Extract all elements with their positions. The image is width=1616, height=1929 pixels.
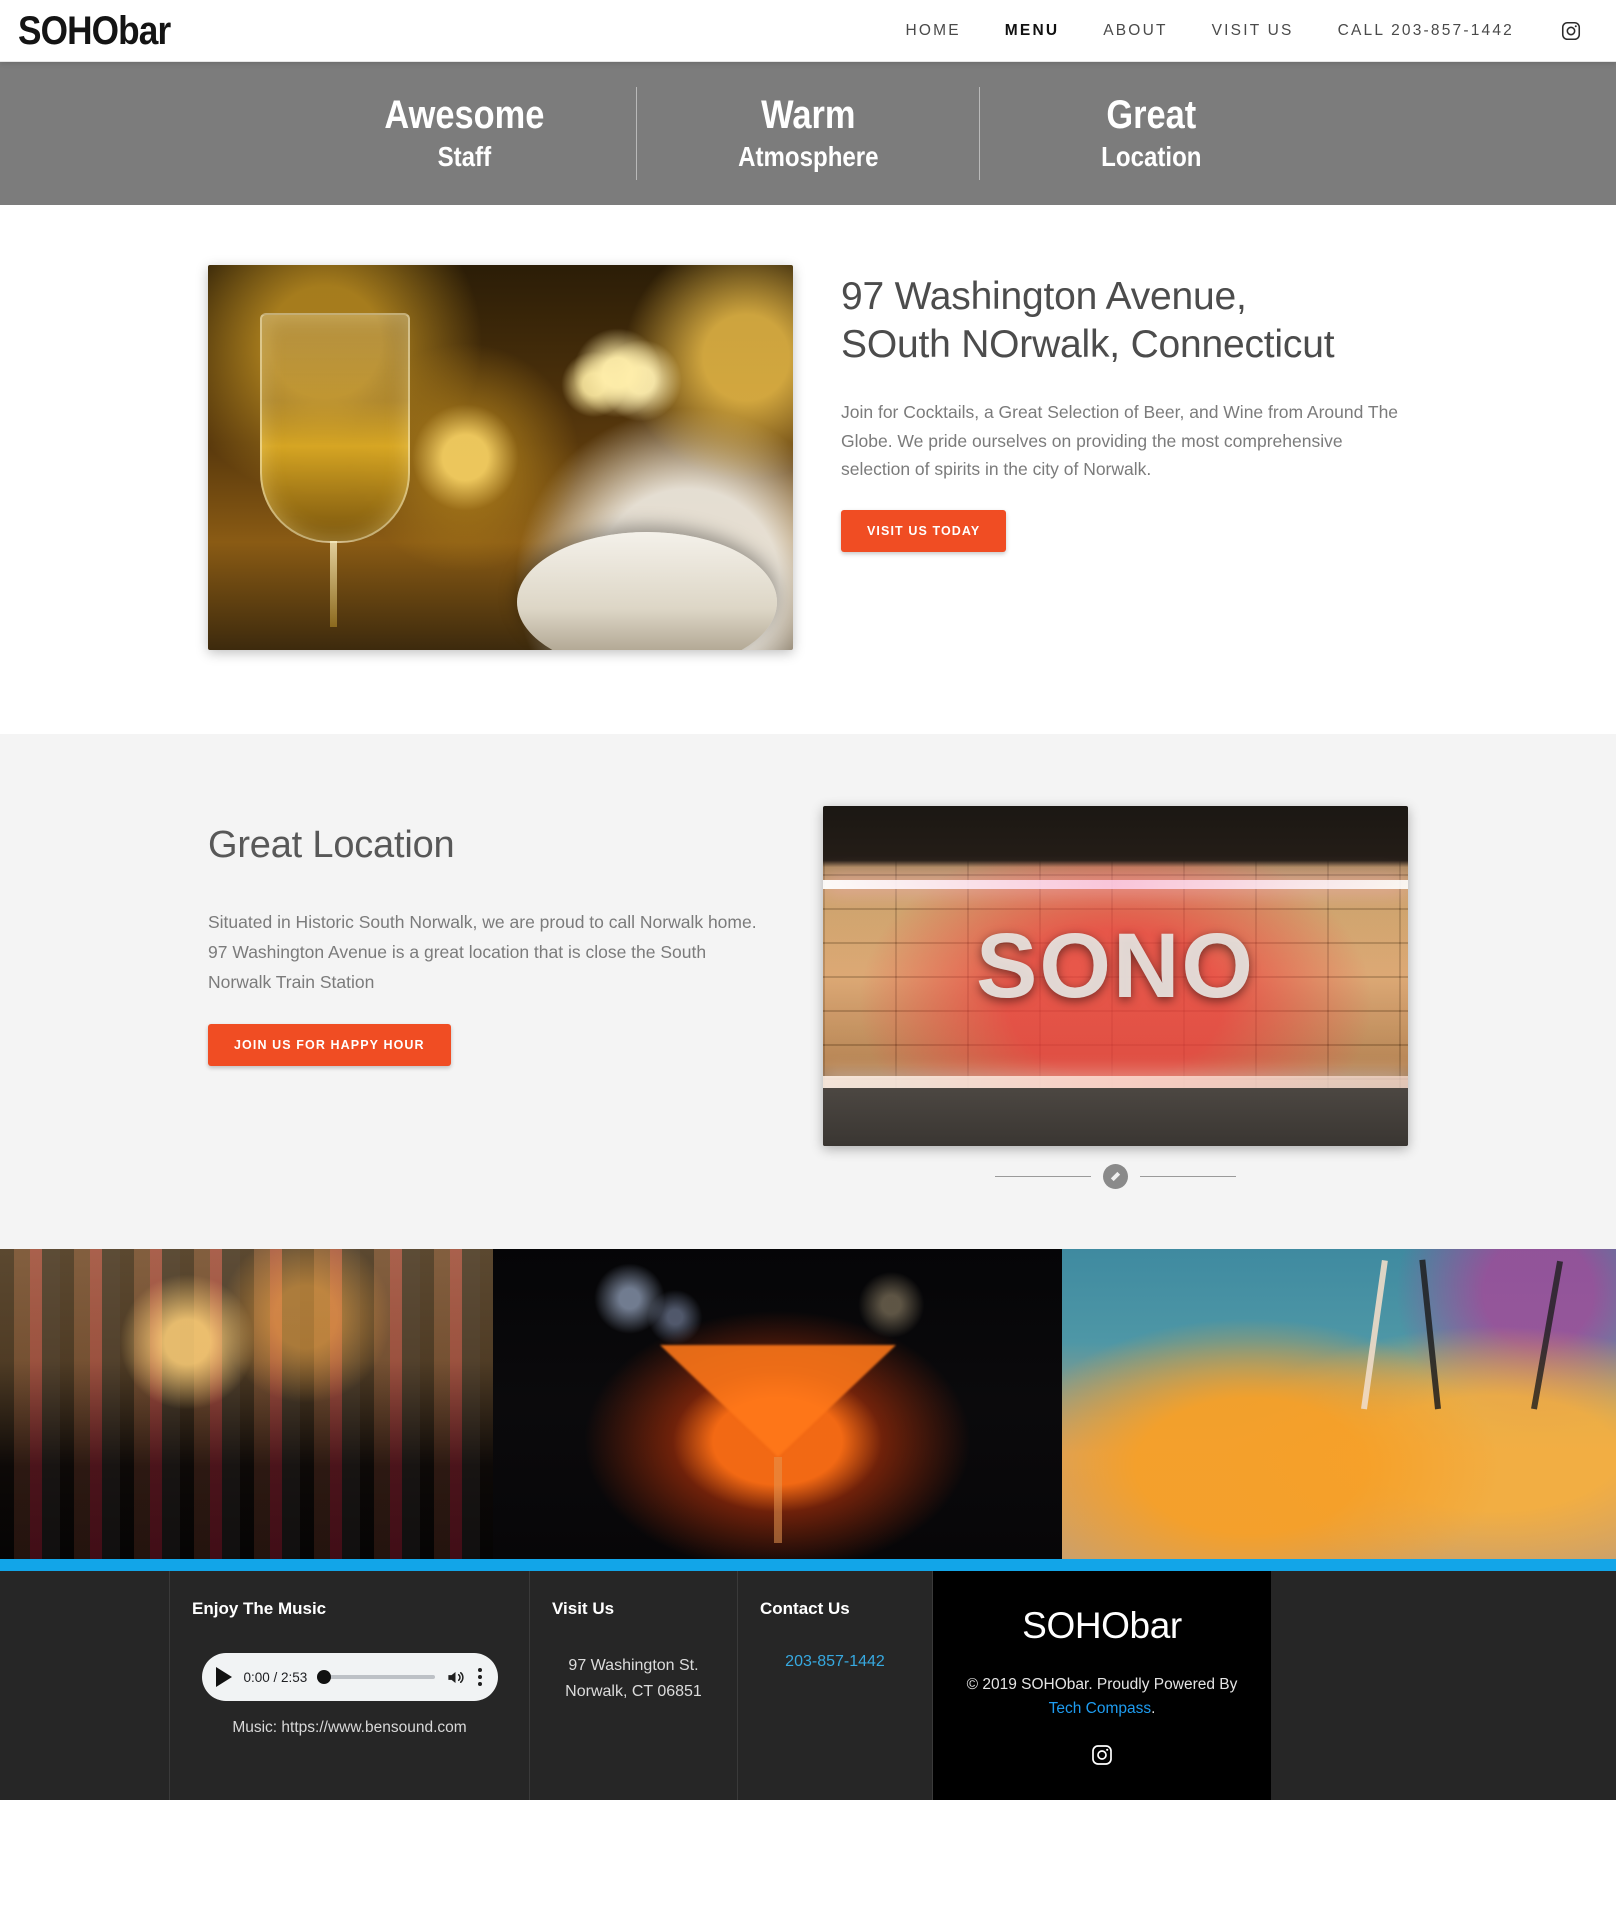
footer-tail-spacer <box>1271 1571 1616 1800</box>
nav-item-about[interactable]: ABOUT <box>1081 22 1189 40</box>
great-location-section: Great Location Situated in Historic Sout… <box>0 734 1616 1249</box>
intro-paragraph: Join for Cocktails, a Great Selection of… <box>841 402 1399 479</box>
site-footer: Enjoy The Music 0:00 / 2:53 Music: https… <box>0 1571 1616 1800</box>
feature-title: Warm <box>760 93 856 138</box>
wine-stem-shape <box>330 541 337 627</box>
footer-column-visit: Visit Us 97 Washington St. Norwalk, CT 0… <box>530 1571 738 1800</box>
slider-track-right <box>1140 1176 1236 1177</box>
page-title-line1: 97 Washington Avenue, <box>841 275 1247 318</box>
intro-section: 97 Washington Avenue, SOuth NOrwalk, Con… <box>0 205 1616 734</box>
footer-phone-link[interactable]: 203-857-1442 <box>785 1653 885 1670</box>
site-header: SOHObar HOME MENU ABOUT VISIT US CALL 20… <box>0 0 1616 62</box>
feature-column-staff: Awesome Staff <box>293 87 636 179</box>
slider-pause-icon[interactable] <box>1103 1164 1128 1189</box>
kebab-menu-icon[interactable] <box>476 1666 484 1688</box>
wine-glass-shape <box>260 313 410 543</box>
audio-player[interactable]: 0:00 / 2:53 <box>201 1653 498 1701</box>
music-credit: Music: https://www.bensound.com <box>232 1719 467 1736</box>
neon-light-strip <box>823 880 1408 889</box>
feature-subtitle: Staff <box>437 141 492 173</box>
audio-time-display: 0:00 / 2:53 <box>243 1669 308 1685</box>
sono-slide-image: SONO <box>823 806 1408 1146</box>
image-slider: SONO <box>823 806 1408 1189</box>
feature-title: Great <box>1106 93 1197 138</box>
feature-band: Awesome Staff Warm Atmosphere Great Loca… <box>0 62 1616 205</box>
martini-stem-shape <box>773 1457 782 1543</box>
instagram-icon[interactable] <box>1558 18 1584 44</box>
footer-spacer <box>0 1571 170 1800</box>
site-brand-logo[interactable]: SOHObar <box>18 11 171 51</box>
intro-photo <box>208 265 793 650</box>
footer-brand-block: SOHObar © 2019 SOHObar. Proudly Powered … <box>933 1571 1271 1800</box>
slider-controls[interactable] <box>823 1164 1408 1189</box>
page-title: 97 Washington Avenue, SOuth NOrwalk, Con… <box>841 273 1408 368</box>
copyright-prefix: © 2019 SOHObar. Proudly Powered By <box>966 1676 1238 1693</box>
footer-brand-name: SOHObar <box>1022 1605 1182 1646</box>
location-heading: Great Location <box>208 824 455 866</box>
footer-address: 97 Washington St. Norwalk, CT 06851 <box>552 1653 715 1704</box>
gallery-image-bottles[interactable] <box>0 1249 493 1559</box>
visit-us-today-button[interactable]: VISIT US TODAY <box>841 510 1007 553</box>
audio-progress-thumb[interactable] <box>317 1670 332 1684</box>
feature-subtitle: Location <box>1101 141 1202 173</box>
address-line-1: 97 Washington St. <box>568 1657 699 1674</box>
road-surface <box>823 1088 1408 1146</box>
nav-item-menu[interactable]: MENU <box>983 22 1081 40</box>
page-title-line2: SOuth NOrwalk, Connecticut <box>841 322 1335 366</box>
blue-divider-bar <box>0 1559 1616 1571</box>
volume-icon[interactable] <box>445 1668 466 1687</box>
play-icon[interactable] <box>215 1667 232 1687</box>
location-paragraph: Situated in Historic South Norwalk, we a… <box>208 912 757 993</box>
gallery-image-spritz[interactable] <box>1062 1249 1616 1559</box>
footer-copyright: © 2019 SOHObar. Proudly Powered By Tech … <box>957 1673 1247 1721</box>
food-bowl-shape <box>517 532 777 650</box>
address-line-2: Norwalk, CT 06851 <box>565 1682 702 1700</box>
main-navigation: HOME MENU ABOUT VISIT US CALL 203-857-14… <box>883 18 1598 44</box>
feature-column-atmosphere: Warm Atmosphere <box>635 87 980 180</box>
footer-visit-title: Visit Us <box>552 1599 615 1618</box>
slider-track-left <box>995 1176 1091 1177</box>
join-happy-hour-button[interactable]: JOIN US FOR HAPPY HOUR <box>208 1024 451 1067</box>
footer-column-contact: Contact Us 203-857-1442 <box>738 1571 933 1800</box>
copyright-suffix: . <box>1151 1700 1156 1718</box>
ground-light-strip <box>823 1076 1408 1088</box>
feature-subtitle: Atmosphere <box>737 141 879 173</box>
photo-gallery <box>0 1249 1616 1559</box>
instagram-icon[interactable] <box>1090 1743 1114 1772</box>
nav-item-call[interactable]: CALL 203-857-1442 <box>1316 22 1536 40</box>
nav-item-visit-us[interactable]: VISIT US <box>1190 22 1316 40</box>
footer-music-title: Enjoy The Music <box>192 1599 327 1618</box>
martini-glass-shape <box>659 1345 896 1457</box>
footer-column-music: Enjoy The Music 0:00 / 2:53 Music: https… <box>170 1571 530 1800</box>
feature-column-location: Great Location <box>979 87 1323 180</box>
audio-progress-slider[interactable] <box>317 1670 435 1684</box>
nav-item-home[interactable]: HOME <box>883 22 982 40</box>
tech-compass-link[interactable]: Tech Compass <box>1049 1700 1152 1717</box>
feature-title: Awesome <box>384 93 545 138</box>
gallery-image-martini[interactable] <box>493 1249 1062 1559</box>
sono-sign-text: SONO <box>976 915 1255 1017</box>
footer-contact-title: Contact Us <box>760 1599 850 1618</box>
